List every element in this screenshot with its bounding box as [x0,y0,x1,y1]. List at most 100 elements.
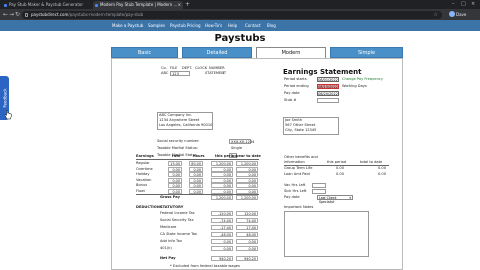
tab-modern[interactable]: Modern [256,47,326,58]
nav-make-paystub[interactable]: Make a Paystub [112,20,143,31]
earnings-row-label: Regular [136,161,150,165]
pay-date-select[interactable]: Last Check Specialist [317,195,353,204]
employee-address-box[interactable]: Joe Smith 567 Other Street City, State 1… [283,117,339,135]
earnings-rate-input[interactable]: 15.00 [168,161,182,166]
nav-howtos[interactable]: How-To's [205,20,222,31]
earnings-ytd-value: 1,200.00 [236,161,258,166]
bookmark-star-icon[interactable]: ☆ [434,11,438,19]
earnings-hours-input[interactable]: 0.00 [189,177,203,183]
earnings-ytd-value: 0.00 [236,166,258,172]
earnings-row-label: Holiday [136,172,150,176]
stub-number-input[interactable] [317,98,339,103]
earnings-hours-input[interactable]: 0.00 [189,172,203,177]
earnings-hours-input[interactable]: 80.00 [189,161,203,166]
hand-cursor-icon [4,110,12,120]
back-icon[interactable]: ← [3,10,8,19]
pay-frequency-link[interactable]: Change Pay Frequency [342,77,383,82]
net-pay-label: Net Pay [160,256,176,260]
deduction-ytd-value: 120.00 [236,211,258,216]
reload-icon[interactable]: ↻ [15,10,20,19]
header-value-input[interactable]: 123 [170,71,190,76]
pay-date-select-label: Pay date [284,195,300,199]
header-number: 1 [222,71,225,75]
nav-help[interactable]: Help [228,20,237,31]
period-start-field[interactable]: 08/01/2022 [317,77,339,82]
page-title: Paystubs [214,33,266,44]
profile-avatar[interactable] [449,11,455,17]
sick-hrs-input[interactable] [312,189,326,194]
feedback-tab-label: Feedback [2,88,7,108]
browser-tab[interactable]: Pay Stub Maker & Paystub Generator [2,1,92,9]
earnings-rate-input[interactable]: 0.00 [168,183,182,188]
nav-contact[interactable]: Contact [245,20,261,31]
minimize-icon[interactable]: – [452,0,455,9]
vac-hrs-label: Vac Hrs Left [284,183,306,187]
earnings-rate-input[interactable]: 0.00 [168,166,182,172]
deduction-row-label: Social Security Tax [160,218,194,222]
deduction-period-input[interactable]: -74.40 [211,218,233,223]
earnings-ytd-value: 0.00 [236,177,258,183]
maximize-icon[interactable]: □ [461,0,466,9]
deduction-period-input[interactable]: 0.00 [211,246,233,251]
site-nav: Make a Paystub Samples Paystub Pricing H… [0,20,480,31]
gross-pay-period: 1,200.00 [211,195,233,200]
marital-status-value[interactable]: Single [231,146,242,151]
vac-hrs-input[interactable] [312,183,326,188]
earnings-ytd-value: 0.00 [236,183,258,188]
nav-samples[interactable]: Samples [148,20,165,31]
period-start-label: Period starts [284,77,307,81]
close-tab-icon[interactable]: × [178,1,181,9]
deduction-period-input[interactable]: 0.00 [211,239,233,244]
earnings-rule [136,159,259,160]
deduction-row-label: 401(k) [160,246,172,250]
ssn-input[interactable]: XXX-XX-1234 [229,139,255,144]
important-notes-textarea[interactable] [284,211,369,257]
earnings-statement-title: Earnings Statement [283,68,362,76]
earnings-hours-input[interactable]: 0.00 [189,166,203,172]
earnings-hours-input[interactable]: 0.00 [189,183,203,188]
earnings-row-label: Vacation [136,177,152,182]
ob-row-total: 0.00 [378,166,387,170]
stub-number-label: Stub # [284,98,297,102]
pay-date-field[interactable]: 08/20/2022 [317,91,339,96]
deduction-period-input[interactable]: -120.00 [211,211,233,216]
period-ending-label: Period ending [284,84,309,88]
deduction-period-input[interactable]: -48.00 [211,232,233,237]
company-city: Los Angeles, California 90010 [159,123,213,127]
profile-name[interactable]: Dave [456,10,466,19]
earnings-hours-input[interactable]: 0.00 [189,188,203,194]
deduction-row-label: Add Info Tax [160,239,182,243]
ob-row-label: Loan Amt Paid [284,172,310,176]
tab-detailed[interactable]: Detailed [182,47,252,58]
url-input[interactable]: paystubdirect.com/paystubs-modern-templa… [22,10,442,19]
deduction-ytd-value: 48.00 [236,232,258,237]
deduction-period-input[interactable]: -17.40 [211,225,233,230]
earnings-ytd-value: 0.00 [236,188,258,194]
close-window-icon[interactable]: × [471,0,475,9]
deductions-label: DEDUCTIONS [136,205,163,209]
excluded-note: * Excluded from federal taxable wages [170,264,240,268]
nav-pricing[interactable]: Paystub Pricing [170,20,201,31]
tab-simple[interactable]: Simple [330,47,403,58]
marital-status-label: Taxable Marital Status: [157,146,198,150]
header-code: ABC [161,71,169,75]
important-notes-label: Important Notes [284,205,314,209]
nav-blog[interactable]: Blog [267,20,276,31]
browser-tab-active[interactable]: Modern Pay Stub Template | Modern ... × [93,1,183,9]
address-bar: ← → ↻ paystubdirect.com/paystubs-modern-… [0,9,480,20]
earnings-rate-input[interactable]: 0.00 [168,177,182,183]
earnings-rate-input[interactable]: 0.00 [168,188,182,194]
tab-basic[interactable]: Basic [111,47,178,58]
earnings-rate-input[interactable]: 0.00 [168,172,182,177]
new-tab-button[interactable]: + [185,0,190,9]
employee-city: City, State 12345 [285,128,317,132]
browser-tab-label: Pay Stub Maker & Paystub Generator [9,2,83,7]
company-address-box[interactable]: ABC Company Inc. 1234 Anywhere Street Lo… [157,112,213,130]
ob-row-label: Group Term Life [284,166,313,170]
deduction-row-label: CA State Income Tax [160,232,198,236]
period-ending-field[interactable]: 08/15/2022 [317,84,339,89]
pay-date-label: Pay date [284,91,300,95]
earnings-row-label: Float [136,188,145,193]
ob-row-period: 0.00 [336,172,345,176]
forward-icon[interactable]: → [9,10,14,19]
